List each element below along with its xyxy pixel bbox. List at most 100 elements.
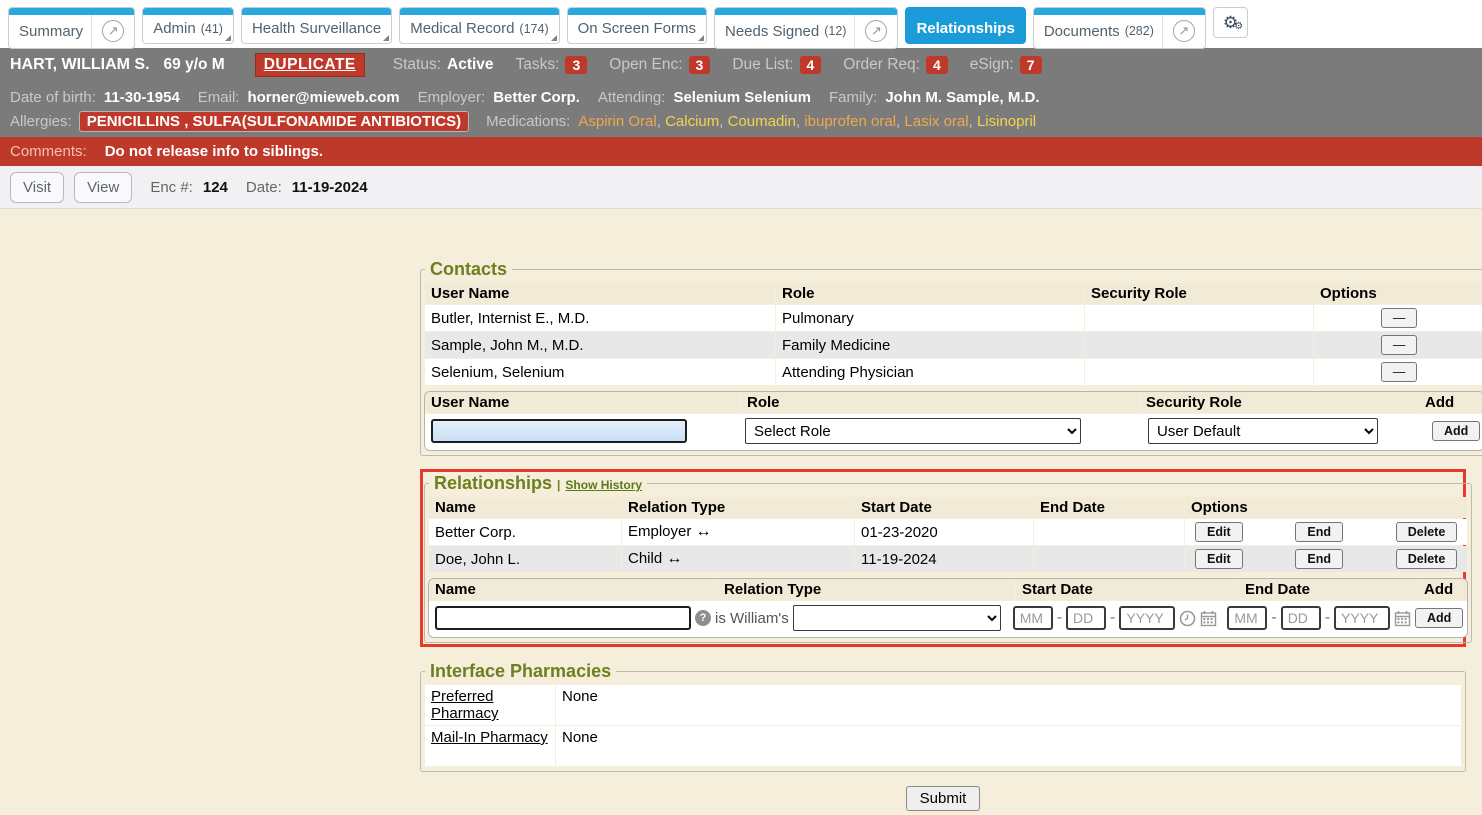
tab-count: (41): [201, 22, 223, 36]
help-icon[interactable]: ?: [695, 610, 711, 626]
tab-medical-record[interactable]: Medical Record (174): [399, 7, 559, 44]
end-month-input[interactable]: [1227, 606, 1267, 630]
preferred-pharmacy-link[interactable]: Preferred Pharmacy: [431, 688, 499, 722]
calendar-icon[interactable]: [1200, 610, 1217, 627]
add-col-role: Role: [741, 392, 1139, 413]
settings-button[interactable]: ⚙ ⚙: [1213, 7, 1248, 38]
relationship-row: Better Corp. Employer ↔ 01-23-2020 Edit …: [429, 519, 1467, 545]
esign-badge[interactable]: 7: [1020, 56, 1042, 74]
remove-contact-button[interactable]: —: [1381, 362, 1417, 382]
remove-contact-button[interactable]: —: [1381, 308, 1417, 328]
duplicate-flag[interactable]: DUPLICATE: [255, 53, 365, 77]
end-relationship-button[interactable]: End: [1295, 522, 1343, 542]
view-button[interactable]: View: [74, 172, 132, 203]
pharmacy-row: Preferred Pharmacy None: [425, 685, 1461, 725]
calendar-icon[interactable]: [1394, 610, 1411, 627]
dropdown-corner-icon: [225, 35, 231, 41]
tab-relationships[interactable]: Relationships: [905, 7, 1025, 44]
enc-number-label: Enc #:: [150, 179, 193, 196]
open-enc-badge[interactable]: 3: [689, 56, 711, 74]
end-year-input[interactable]: [1334, 606, 1390, 630]
medications-list[interactable]: Aspirin Oral, Calcium, Coumadin, ibuprof…: [578, 113, 1036, 130]
contact-user-name-input[interactable]: [431, 419, 687, 443]
col-start-date: Start Date: [855, 497, 1033, 518]
add-relationship-button[interactable]: Add: [1415, 608, 1463, 628]
possessive-hint: is William's: [715, 610, 789, 627]
relationship-end-date: [1034, 519, 1184, 545]
due-list-badge[interactable]: 4: [800, 56, 822, 74]
open-in-new-icon[interactable]: ↗: [865, 20, 887, 42]
medication-link[interactable]: Lisinopril: [977, 113, 1036, 130]
edit-relationship-button[interactable]: Edit: [1195, 549, 1243, 569]
tab-label: On Screen Forms: [578, 20, 696, 37]
dropdown-corner-icon: [698, 35, 704, 41]
tab-accent-stripe: [715, 8, 897, 15]
open-in-new-icon[interactable]: ↗: [1173, 20, 1195, 42]
clock-icon[interactable]: [1179, 610, 1196, 627]
employer-value: Better Corp.: [493, 89, 580, 106]
contact-role-select[interactable]: Select Role: [745, 418, 1081, 444]
open-enc-label: Open Enc:: [609, 56, 682, 74]
edit-relationship-button[interactable]: Edit: [1195, 522, 1243, 542]
tab-documents[interactable]: Documents (282) ↗: [1033, 7, 1206, 49]
start-month-input[interactable]: [1013, 606, 1053, 630]
medication-link[interactable]: Aspirin Oral: [578, 113, 656, 130]
tab-summary[interactable]: Summary ↗: [8, 7, 135, 49]
remove-contact-button[interactable]: —: [1381, 335, 1417, 355]
end-relationship-button[interactable]: End: [1295, 549, 1343, 569]
end-day-input[interactable]: [1281, 606, 1321, 630]
date-separator: -: [1057, 609, 1062, 627]
visit-button[interactable]: Visit: [10, 172, 64, 203]
enc-date-value: 11-19-2024: [292, 179, 368, 196]
col-options: Options: [1185, 497, 1467, 518]
medication-link[interactable]: Lasix oral: [904, 113, 968, 130]
start-day-input[interactable]: [1066, 606, 1106, 630]
tasks-badge[interactable]: 3: [565, 56, 587, 74]
tab-needs-signed[interactable]: Needs Signed (12) ↗: [714, 7, 898, 49]
tab-health-surveillance[interactable]: Health Surveillance: [241, 7, 392, 44]
submit-button[interactable]: Submit: [906, 786, 981, 811]
tab-on-screen-forms[interactable]: On Screen Forms: [567, 7, 707, 44]
col-role: Role: [776, 283, 1084, 304]
patient-name: HART, WILLIAM S.: [10, 56, 150, 74]
main-content: Contacts User Name Role Security Role Op…: [0, 209, 1482, 811]
tab-divider: [854, 15, 855, 48]
delete-relationship-button[interactable]: Delete: [1396, 522, 1458, 542]
bidirectional-arrow-icon: ↔: [666, 550, 682, 567]
start-year-input[interactable]: [1119, 606, 1175, 630]
medication-link[interactable]: Coumadin: [728, 113, 796, 130]
tab-label: Needs Signed: [725, 23, 819, 40]
mail-in-pharmacy-link[interactable]: Mail-In Pharmacy: [431, 729, 548, 746]
contacts-fieldset: Contacts User Name Role Security Role Op…: [420, 259, 1482, 456]
contact-security-role-select[interactable]: User Default: [1148, 418, 1378, 444]
esign-label: eSign:: [970, 56, 1014, 74]
delete-relationship-button[interactable]: Delete: [1396, 549, 1458, 569]
relationships-table: Name Relation Type Start Date End Date O…: [428, 496, 1468, 573]
tab-accent-stripe: [143, 8, 233, 15]
allergies-value[interactable]: PENICILLINS , SULFA(SULFONAMIDE ANTIBIOT…: [80, 112, 468, 131]
dob-label: Date of birth:: [10, 89, 96, 106]
order-req-label: Order Req:: [843, 56, 920, 74]
relationship-name-input[interactable]: [435, 606, 691, 630]
tab-label: Summary: [19, 23, 83, 40]
pharmacies-table: Preferred Pharmacy None Mail-In Pharmacy…: [424, 684, 1462, 767]
open-in-new-icon[interactable]: ↗: [102, 20, 124, 42]
medication-link[interactable]: Calcium: [665, 113, 719, 130]
relation-type-select[interactable]: [793, 605, 1001, 631]
tab-admin[interactable]: Admin (41): [142, 7, 234, 44]
gear-small-icon: ⚙: [1234, 22, 1243, 32]
relationships-legend: Relationships | Show History: [429, 473, 647, 494]
tab-accent-stripe: [906, 8, 1024, 15]
tab-divider: [1162, 15, 1163, 48]
patient-age-sex: 69 y/o M: [164, 56, 225, 74]
order-req-badge[interactable]: 4: [926, 56, 948, 74]
relationships-title: Relationships: [434, 473, 552, 493]
patient-info-bar: Date of birth: 11-30-1954 Email: horner@…: [0, 82, 1482, 137]
tab-divider: [91, 15, 92, 48]
medication-separator: ,: [657, 113, 665, 130]
patient-summary-bar: HART, WILLIAM S. 69 y/o M DUPLICATE Stat…: [0, 48, 1482, 82]
medication-separator: ,: [719, 113, 727, 130]
medication-link[interactable]: ibuprofen oral: [804, 113, 896, 130]
add-contact-button[interactable]: Add: [1432, 421, 1480, 441]
show-history-link[interactable]: Show History: [565, 478, 642, 492]
